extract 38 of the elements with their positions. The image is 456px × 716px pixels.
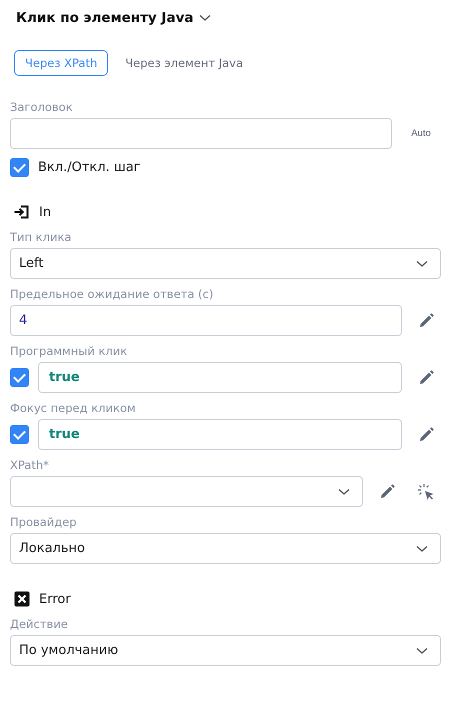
pencil-icon[interactable] [418,370,434,386]
select-field[interactable]: Локально [10,533,441,564]
value-input-field[interactable]: true [38,362,402,393]
checkbox[interactable] [10,368,29,387]
field-label: Программный клик [10,344,128,358]
chevron-down-icon [199,14,212,22]
sign-in-icon [14,204,30,220]
tab[interactable]: Через XPath [14,50,108,76]
chevron-down-icon [416,646,428,654]
field-label: Провайдер [10,515,78,529]
select-field[interactable] [10,476,363,507]
checkbox-label: Вкл./Откл. шаг [38,160,141,175]
value-input-field[interactable]: true [38,419,402,450]
field-label: XPath* [10,458,50,472]
section-title: Error [39,592,71,606]
step-title: Клик по элементу Java [16,10,194,26]
cursor-sparkle-icon[interactable] [417,482,435,500]
checkbox[interactable] [10,158,29,177]
checkbox[interactable] [10,425,29,444]
field-label: Тип клика [10,230,72,244]
pencil-icon[interactable] [418,312,434,328]
chevron-down-icon [338,488,350,496]
number-input-field[interactable]: 4 [10,305,402,336]
field-label: Действие [10,617,69,631]
chevron-down-icon [416,544,428,552]
close-box-icon [14,591,30,607]
title-input-field[interactable] [10,118,392,149]
section-title: In [39,204,52,220]
auto-button[interactable]: Auto [401,128,441,139]
field-label: Фокус перед кликом [10,401,137,415]
tab[interactable]: Через элемент Java [114,50,254,76]
select-field[interactable]: По умолчанию [10,635,441,666]
field-label: Предельное ожидание ответа (с) [10,287,214,301]
chevron-down-icon [416,260,428,268]
field-label: Заголовок [10,100,74,114]
select-field[interactable]: Left [10,248,441,279]
pencil-icon[interactable] [379,484,395,500]
pencil-icon[interactable] [418,426,434,442]
